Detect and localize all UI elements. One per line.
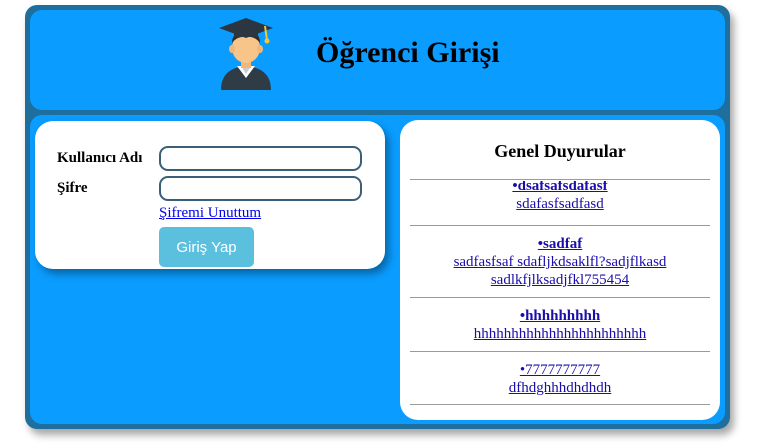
announcement-item[interactable]: •dsafsafsdafasf sdafasfsadfasd: [410, 181, 710, 225]
announcement-item[interactable]: •hhhhhhhhh hhhhhhhhhhhhhhhhhhhhhhh: [410, 307, 710, 343]
announcement-title[interactable]: •hhhhhhhhh: [410, 307, 710, 325]
announcement-title[interactable]: •dsafsafsdafasf: [410, 181, 710, 195]
login-button[interactable]: Giriş Yap: [159, 227, 254, 267]
password-input[interactable]: [159, 176, 362, 201]
username-label: Kullanıcı Adı: [57, 150, 143, 166]
announcement-body[interactable]: hhhhhhhhhhhhhhhhhhhhhhh: [410, 325, 710, 343]
divider: [410, 225, 710, 226]
divider: [410, 404, 710, 405]
announcement-item[interactable]: •sadfaf sadfasfsaf sdafljkdsaklfl?sadjfl…: [410, 235, 710, 289]
announcement-body[interactable]: sadlkfjlksadjfkl755454: [410, 271, 710, 289]
announcements-card: Genel Duyurular •dsafsafsdafasf sdafasfs…: [400, 120, 720, 420]
divider: [410, 297, 710, 298]
announcement-body[interactable]: sadfasfsaf sdafljkdsaklfl?sadjflkasd: [410, 253, 710, 271]
username-input[interactable]: [159, 146, 362, 171]
password-label: Şifre: [57, 180, 88, 196]
announcement-item[interactable]: •7777777777 dfhdghhhdhdhdh: [410, 361, 710, 397]
announcement-title[interactable]: •7777777777: [410, 361, 710, 379]
announcement-body[interactable]: dfhdghhhdhdhdh: [410, 379, 710, 397]
forgot-password-link[interactable]: Şifremi Unuttum: [159, 205, 261, 222]
announcement-title[interactable]: •sadfaf: [410, 235, 710, 253]
divider: [410, 179, 710, 180]
page-title: Öğrenci Girişi: [316, 36, 500, 69]
announcements-title: Genel Duyurular: [494, 141, 626, 161]
graduate-avatar-icon: [219, 18, 273, 90]
announcement-body[interactable]: sdafasfsadfasd: [410, 195, 710, 213]
divider: [410, 351, 710, 352]
